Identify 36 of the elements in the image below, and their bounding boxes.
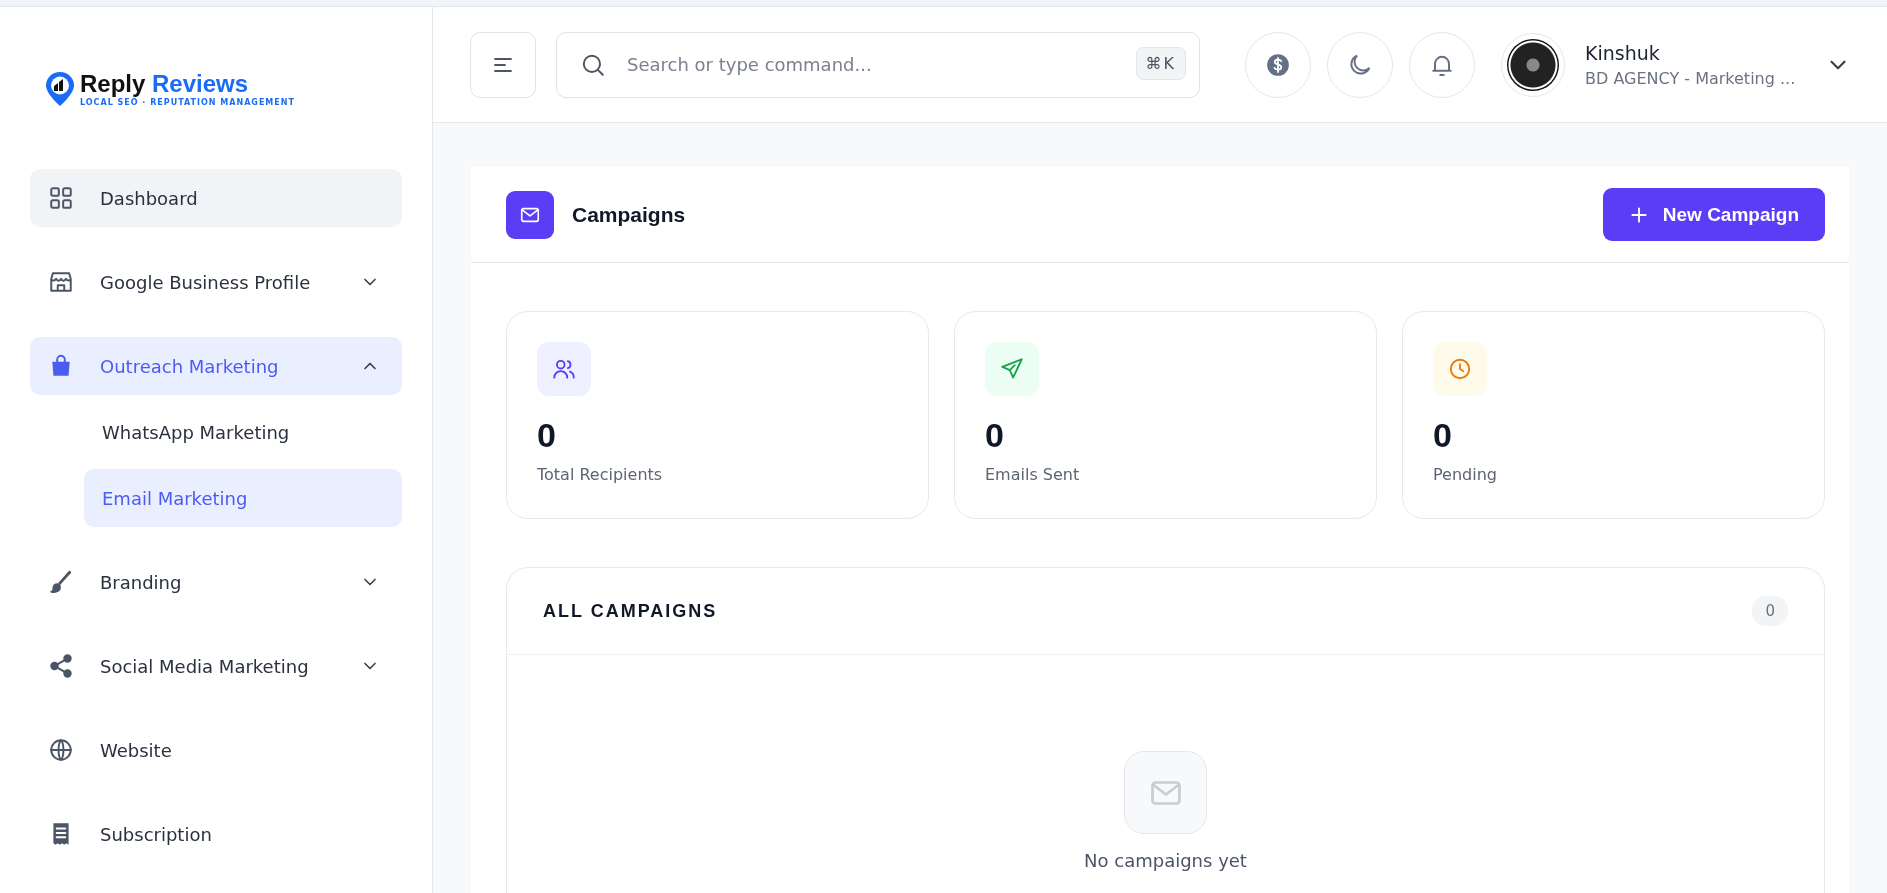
sidebar-item[interactable]: Outreach Marketing [30,337,402,395]
share-icon [48,653,74,679]
count-badge: 0 [1752,596,1788,626]
envelope-icon [1124,751,1207,834]
globe-icon [48,737,74,763]
stat-label: Total Recipients [537,465,664,484]
stat-label: Emails Sent [985,465,1081,484]
user-organization: BD AGENCY - Marketing ... [1585,68,1797,88]
paper-plane-icon [985,342,1039,396]
section-title: ALL CAMPAIGNS [543,600,718,622]
grid-icon [48,185,74,211]
stat-value: 0 [537,416,557,455]
page-title: Campaigns [572,202,686,227]
map-pin-logo-icon [44,71,76,107]
stat-label: Pending [1433,465,1498,484]
users-icon [537,342,591,396]
brand-tagline: LOCAL SEO · REPUTATION MANAGEMENT [80,97,295,107]
new-campaign-button[interactable]: New Campaign [1602,188,1825,241]
sidebar-subitem[interactable]: WhatsApp Marketing [84,403,402,461]
sidebar-item[interactable]: Dashboard [30,169,402,227]
sidebar-item[interactable]: Subscription [30,805,402,863]
clock-icon [1433,342,1487,396]
user-name: Kinshuk [1585,41,1661,64]
sidebar-item[interactable]: Social Media Marketing [30,637,402,695]
menu-button[interactable] [470,31,536,98]
storefront-icon [48,269,74,295]
brand-name: Reply Reviews [80,71,250,96]
stat-value: 0 [985,416,1005,455]
sidebar-subitem[interactable]: Email Marketing [84,469,402,527]
paintbrush-icon [48,569,74,595]
envelope-icon [506,190,554,239]
sidebar-item[interactable]: Branding [30,553,402,611]
stat-value: 0 [1433,416,1453,455]
sidebar-item[interactable]: Website [30,721,402,779]
sidebar-item[interactable]: Google Business Profile [30,253,402,311]
empty-state-message: No campaigns yet [1084,850,1247,871]
